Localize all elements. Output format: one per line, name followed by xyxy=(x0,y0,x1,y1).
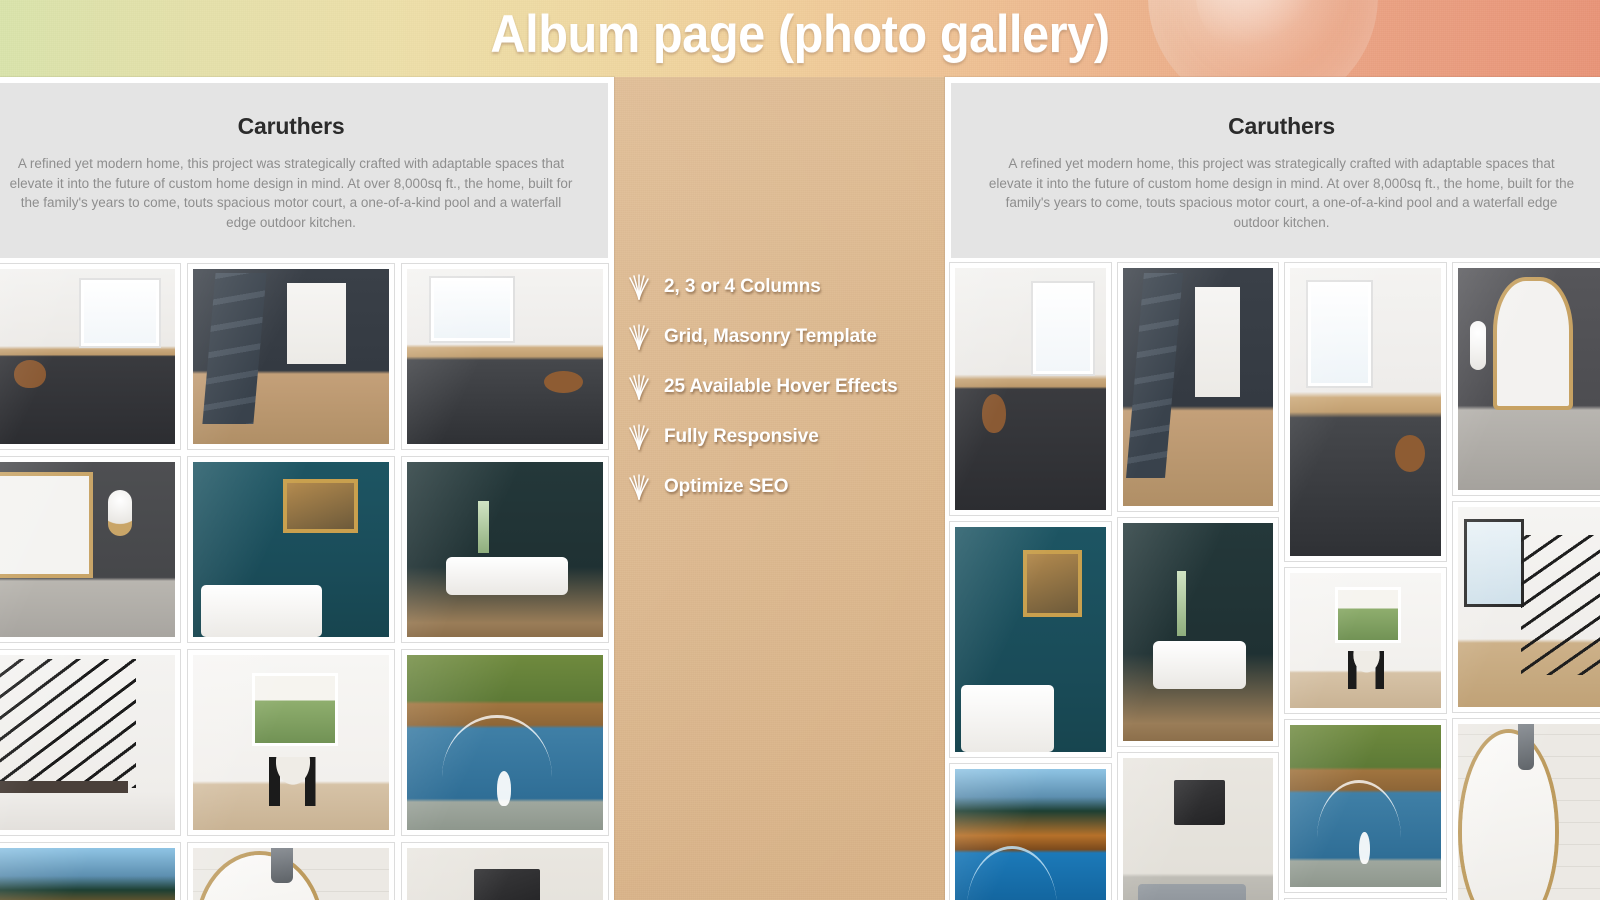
photo-tile[interactable] xyxy=(1116,752,1279,900)
photo-tile[interactable] xyxy=(1284,719,1447,893)
grass-tuft-icon xyxy=(628,374,650,400)
photo-tile[interactable] xyxy=(1116,517,1279,747)
screenshot-root: Album page (photo gallery) Caruthers A r… xyxy=(0,0,1600,900)
grass-tuft-icon xyxy=(628,324,650,350)
photo-image xyxy=(1122,523,1273,741)
photo-image xyxy=(1290,573,1441,708)
photo-image xyxy=(955,769,1106,900)
photo-image xyxy=(955,527,1106,752)
album-header-masonry: Caruthers A refined yet modern home, thi… xyxy=(945,77,1600,258)
photo-image xyxy=(407,655,603,830)
feature-item: 2, 3 or 4 Columns xyxy=(628,262,944,312)
photo-image xyxy=(1290,268,1441,556)
feature-item: Fully Responsive xyxy=(628,412,944,462)
feature-item: 25 Available Hover Effects xyxy=(628,362,944,412)
photo-grid-gallery xyxy=(0,258,614,900)
photo-image xyxy=(193,269,389,444)
album-description: A refined yet modern home, this project … xyxy=(9,156,573,230)
feature-item: Optimize SEO xyxy=(628,462,944,512)
feature-label: Optimize SEO xyxy=(664,476,789,497)
photo-tile[interactable] xyxy=(401,263,609,450)
photo-tile[interactable] xyxy=(0,456,181,643)
album-description: A refined yet modern home, this project … xyxy=(988,156,1575,230)
photo-tile[interactable] xyxy=(949,262,1112,516)
photo-image xyxy=(407,269,603,444)
feature-label: 25 Available Hover Effects xyxy=(664,376,898,397)
album-card-masonry: Caruthers A refined yet modern home, thi… xyxy=(945,77,1600,900)
photo-image xyxy=(193,848,389,900)
album-header-grid: Caruthers A refined yet modern home, thi… xyxy=(0,77,614,258)
photo-image xyxy=(1122,268,1273,506)
feature-item: Grid, Masonry Template xyxy=(628,312,944,362)
feature-label: 2, 3 or 4 Columns xyxy=(664,276,821,297)
feature-label: Grid, Masonry Template xyxy=(664,326,877,347)
photo-tile[interactable] xyxy=(401,842,609,900)
photo-image xyxy=(193,462,389,637)
photo-tile[interactable] xyxy=(1451,501,1600,713)
grass-tuft-icon xyxy=(628,424,650,450)
photo-masonry-gallery xyxy=(945,258,1600,900)
photo-tile[interactable] xyxy=(0,649,181,836)
photo-image xyxy=(0,655,175,830)
grass-tuft-icon xyxy=(628,474,650,500)
photo-image xyxy=(0,269,175,444)
photo-image xyxy=(1290,725,1441,887)
photo-tile[interactable] xyxy=(1451,718,1600,900)
photo-tile[interactable] xyxy=(187,649,395,836)
photo-image xyxy=(1122,758,1273,900)
photo-image xyxy=(193,655,389,830)
photo-image xyxy=(0,848,175,900)
photo-tile[interactable] xyxy=(1284,567,1447,714)
photo-tile[interactable] xyxy=(949,521,1112,758)
photo-image xyxy=(1457,268,1600,490)
photo-image xyxy=(407,462,603,637)
page-title: Album page (photo gallery) xyxy=(490,5,1110,64)
photo-tile[interactable] xyxy=(401,649,609,836)
photo-tile[interactable] xyxy=(401,456,609,643)
feature-list: 2, 3 or 4 Columns Grid, Masonry Template 2… xyxy=(628,262,944,512)
photo-tile[interactable] xyxy=(1284,262,1447,562)
photo-tile[interactable] xyxy=(0,263,181,450)
photo-tile[interactable] xyxy=(1451,262,1600,496)
photo-image xyxy=(1457,724,1600,900)
album-title: Caruthers xyxy=(237,113,345,139)
photo-tile[interactable] xyxy=(0,842,181,900)
album-card-grid: Caruthers A refined yet modern home, thi… xyxy=(0,77,614,900)
photo-image xyxy=(1457,507,1600,707)
photo-tile[interactable] xyxy=(1116,262,1279,512)
photo-image xyxy=(955,268,1106,510)
photo-tile[interactable] xyxy=(949,763,1112,900)
photo-tile[interactable] xyxy=(187,842,395,900)
feature-label: Fully Responsive xyxy=(664,426,819,447)
masonry-column xyxy=(949,262,1112,900)
masonry-column xyxy=(1451,262,1600,900)
masonry-column xyxy=(1116,262,1279,900)
grass-tuft-icon xyxy=(628,274,650,300)
photo-image xyxy=(407,848,603,900)
photo-tile[interactable] xyxy=(187,456,395,643)
photo-tile[interactable] xyxy=(187,263,395,450)
masonry-column xyxy=(1284,262,1447,900)
photo-image xyxy=(0,462,175,637)
album-title: Caruthers xyxy=(1228,113,1335,139)
